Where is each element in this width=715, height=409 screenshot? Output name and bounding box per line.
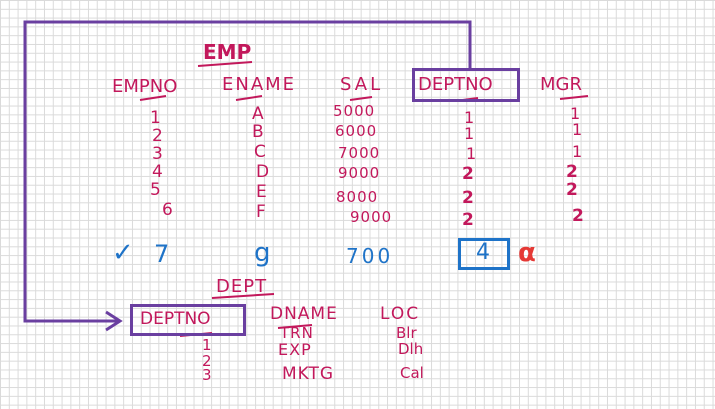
emp-cell-sal: 7000	[338, 144, 381, 162]
emp-cell-empno: 1	[150, 108, 161, 128]
new-row-alpha-symbol: α	[518, 238, 536, 268]
dept-cell-deptno: 1	[202, 336, 212, 354]
emp-cell-deptno: 1	[466, 144, 477, 163]
new-row-sal: 700	[346, 244, 394, 268]
emp-header-sal: SAL	[340, 74, 384, 95]
new-row-deptno: 4	[476, 240, 490, 265]
emp-cell-sal: 8000	[336, 188, 379, 206]
emp-cell-empno: 5	[150, 180, 161, 200]
emp-cell-sal: 5000	[333, 102, 376, 120]
dept-table-title: DEPT	[216, 276, 268, 297]
dept-header-dname: DNAME	[270, 304, 338, 324]
emp-cell-mgr: 2	[566, 162, 578, 182]
dept-header-deptno: DEPTNO	[140, 309, 211, 329]
emp-cell-ename: C	[254, 142, 266, 162]
emp-cell-deptno: 2	[462, 188, 474, 208]
emp-cell-ename: F	[256, 202, 266, 222]
dept-cell-dname: MKTG	[282, 364, 335, 384]
emp-cell-empno: 6	[162, 200, 173, 220]
emp-cell-empno: 3	[152, 144, 163, 164]
emp-cell-deptno: 2	[462, 164, 474, 184]
emp-cell-empno: 2	[152, 126, 163, 146]
emp-cell-sal: 9000	[338, 164, 381, 182]
emp-cell-ename: A	[252, 104, 264, 124]
dept-cell-dname: TRN	[280, 324, 314, 342]
emp-cell-mgr: 1	[572, 120, 583, 139]
dept-cell-dname: EXP	[278, 340, 312, 359]
emp-header-deptno: DEPTNO	[418, 74, 493, 95]
emp-cell-sal: 6000	[335, 122, 378, 140]
dept-header-loc: LOC	[380, 304, 421, 324]
emp-table-title: EMP	[203, 40, 252, 64]
emp-cell-deptno: 2	[462, 210, 474, 230]
emp-cell-deptno: 1	[464, 124, 475, 143]
emp-header-mgr: MGR	[540, 74, 582, 95]
emp-cell-sal: 9000	[350, 208, 393, 226]
emp-cell-ename: B	[252, 122, 264, 142]
emp-cell-mgr: 2	[566, 180, 578, 200]
new-row-ename: g	[254, 238, 271, 268]
emp-cell-empno: 4	[152, 162, 163, 182]
dept-cell-loc: Dlh	[398, 340, 424, 358]
emp-cell-ename: D	[256, 162, 270, 182]
new-row-empno: 7	[154, 240, 170, 268]
emp-cell-ename: E	[256, 182, 267, 202]
new-row-checkmark: ✓	[112, 238, 134, 268]
emp-cell-mgr: 2	[572, 206, 584, 226]
dept-cell-loc: Cal	[400, 364, 424, 382]
emp-header-empno: EMPNO	[112, 76, 178, 97]
dept-cell-loc: Blr	[396, 324, 417, 342]
dept-cell-deptno: 3	[202, 366, 212, 384]
emp-cell-mgr: 1	[572, 142, 583, 161]
emp-header-ename: ENAME	[222, 74, 297, 95]
